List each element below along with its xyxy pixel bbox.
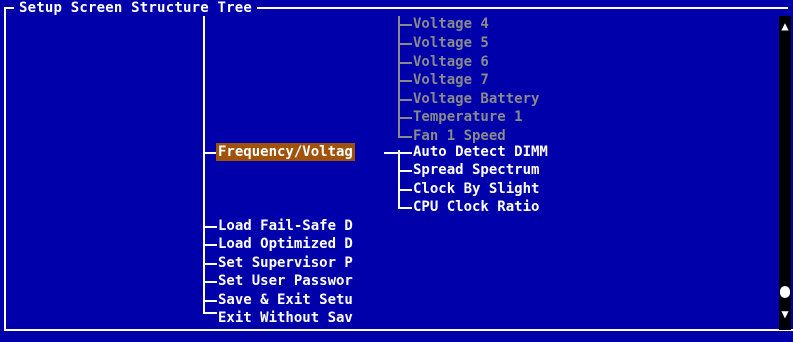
connector xyxy=(203,244,217,246)
tree-item-voltage-7[interactable]: Voltage 7 xyxy=(413,71,489,89)
tree-item-spread-spectrum[interactable]: Spread Spectrum xyxy=(413,161,539,179)
connector xyxy=(203,152,217,154)
connector xyxy=(398,99,412,101)
connector xyxy=(398,24,412,26)
tree-item-clock-by-slight[interactable]: Clock By Slight xyxy=(413,180,539,198)
tree-item-save-exit-setup[interactable]: Save & Exit Setu xyxy=(218,291,353,309)
connector xyxy=(398,136,412,138)
tree-item-exit-without-saving[interactable]: Exit Without Sav xyxy=(218,309,353,327)
tree-item-voltage-6[interactable]: Voltage 6 xyxy=(413,53,489,71)
tree-item-voltage-battery[interactable]: Voltage Battery xyxy=(413,90,539,108)
tree-item-load-fail-safe[interactable]: Load Fail-Safe D xyxy=(218,217,353,235)
arrow-down-icon[interactable]: ▼ xyxy=(779,306,791,322)
connector xyxy=(398,43,412,45)
tree-item-frequency-voltage[interactable]: Frequency/Voltag xyxy=(216,143,355,161)
structure-tree: Voltage 4 Voltage 5 Voltage 6 Voltage 7 … xyxy=(0,0,770,330)
scroll-thumb[interactable] xyxy=(780,286,790,298)
connector xyxy=(203,281,217,283)
connector xyxy=(398,80,412,82)
tree-item-auto-detect-dimm[interactable]: Auto Detect DIMM xyxy=(413,143,548,161)
tree-item-voltage-4[interactable]: Voltage 4 xyxy=(413,15,489,33)
vertical-scrollbar[interactable]: ▲ ▼ xyxy=(779,16,791,330)
connector xyxy=(398,170,412,172)
arrow-up-icon[interactable]: ▲ xyxy=(779,18,791,34)
tree-item-load-optimized[interactable]: Load Optimized D xyxy=(218,235,353,253)
connector xyxy=(398,62,412,64)
tree-trunk-line xyxy=(203,16,205,312)
connector xyxy=(203,312,217,314)
connector xyxy=(203,300,217,302)
connector xyxy=(203,226,217,228)
connector xyxy=(398,207,412,209)
tree-item-set-supervisor-password[interactable]: Set Supervisor P xyxy=(218,254,353,272)
connector xyxy=(384,152,412,154)
tree-item-voltage-5[interactable]: Voltage 5 xyxy=(413,34,489,52)
tree-item-temperature-1[interactable]: Temperature 1 xyxy=(413,108,523,126)
tree-item-set-user-password[interactable]: Set User Passwor xyxy=(218,272,353,290)
tree-item-cpu-clock-ratio[interactable]: CPU Clock Ratio xyxy=(413,198,539,216)
connector xyxy=(398,189,412,191)
child-branch-line xyxy=(398,150,400,208)
connector xyxy=(398,117,412,119)
upper-branch-line xyxy=(398,16,400,138)
connector xyxy=(203,263,217,265)
